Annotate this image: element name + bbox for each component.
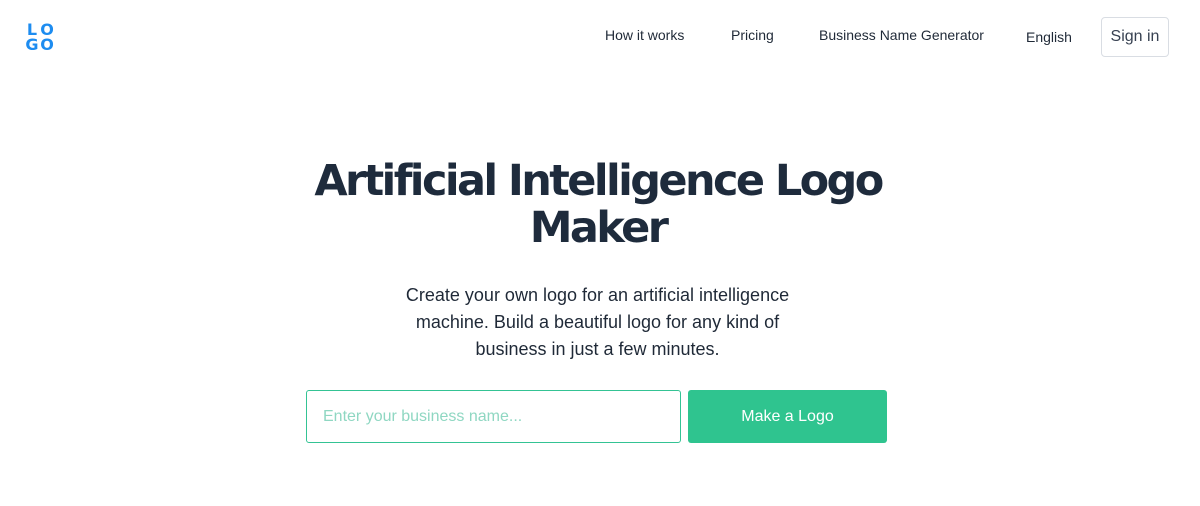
logo-letter: O — [40, 35, 54, 54]
page-title-line: Maker — [529, 203, 669, 253]
page: L O G O How it works Pricing Business Na… — [0, 0, 1200, 506]
language-selector[interactable]: English — [1026, 29, 1072, 45]
business-name-input[interactable] — [306, 390, 681, 443]
hero-subtitle-line: machine. Build a beautiful logo for any … — [415, 312, 780, 332]
nav-how-it-works-link[interactable]: How it works — [605, 27, 684, 43]
hero-subtitle-line: business in just a few minutes. — [475, 339, 720, 359]
logo-letter: G — [25, 35, 38, 54]
sign-in-button[interactable]: Sign in — [1101, 17, 1169, 57]
page-title: Artificial Intelligence Logo Maker — [0, 158, 1196, 252]
make-a-logo-button[interactable]: Make a Logo — [688, 390, 887, 443]
page-title-line: Artificial Intelligence Logo — [314, 156, 884, 206]
hero-subtitle-line: Create your own logo for an artificial i… — [405, 285, 790, 305]
site-header: L O G O How it works Pricing Business Na… — [0, 0, 1200, 74]
hero-subtitle: Create your own logo for an artificial i… — [390, 282, 805, 363]
nav-pricing-link[interactable]: Pricing — [731, 27, 774, 43]
logo-icon[interactable]: L O G O — [24, 22, 54, 54]
nav-business-name-generator-link[interactable]: Business Name Generator — [819, 27, 984, 43]
